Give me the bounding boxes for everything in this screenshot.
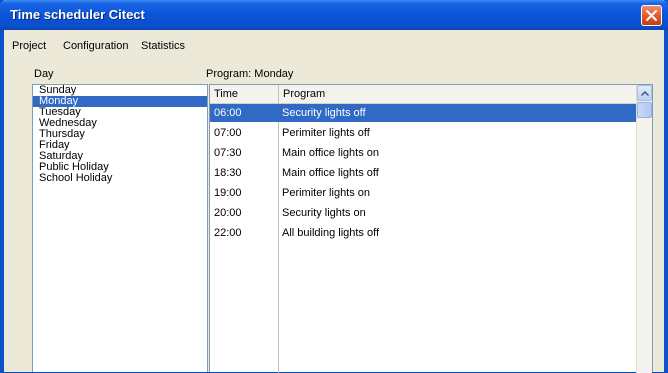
menu-statistics[interactable]: Statistics bbox=[141, 40, 185, 52]
row-program: Main office lights off bbox=[282, 167, 379, 179]
row-program: Security lights on bbox=[282, 207, 366, 219]
vertical-scrollbar[interactable] bbox=[636, 85, 652, 373]
row-time: 22:00 bbox=[214, 227, 242, 239]
day-list[interactable]: Sunday Monday Tuesday Wednesday Thursday… bbox=[32, 84, 208, 372]
row-program: Perimiter lights off bbox=[282, 127, 370, 139]
chevron-up-icon bbox=[641, 91, 649, 96]
row-time: 07:30 bbox=[214, 147, 242, 159]
app-window: Time scheduler Citect Project Configurat… bbox=[0, 0, 668, 373]
title-bar[interactable]: Time scheduler Citect bbox=[0, 0, 668, 30]
menu-bar: Project Configuration Statistics bbox=[4, 30, 664, 56]
column-header-program[interactable]: Program bbox=[279, 85, 636, 103]
row-program: Main office lights on bbox=[282, 147, 380, 159]
row-time: 20:00 bbox=[214, 207, 242, 219]
day-label: Day bbox=[34, 68, 54, 80]
row-time: 07:00 bbox=[214, 127, 242, 139]
table-row[interactable]: 20:00 Security lights on bbox=[210, 204, 636, 222]
table-row[interactable]: 19:00 Perimiter lights on bbox=[210, 184, 636, 202]
menu-project[interactable]: Project bbox=[12, 40, 46, 52]
day-item-school-holiday[interactable]: School Holiday bbox=[33, 173, 207, 184]
row-program: Security lights off bbox=[282, 107, 366, 119]
row-time: 06:00 bbox=[214, 107, 242, 119]
table-header: Time Program bbox=[210, 85, 636, 104]
table-row[interactable]: 18:30 Main office lights off bbox=[210, 164, 636, 182]
menu-configuration[interactable]: Configuration bbox=[63, 40, 128, 52]
table-row[interactable]: 07:00 Perimiter lights off bbox=[210, 124, 636, 142]
close-icon bbox=[646, 10, 657, 21]
scroll-thumb[interactable] bbox=[637, 102, 652, 118]
scroll-up-button[interactable] bbox=[637, 85, 652, 101]
table-row[interactable]: 06:00 Security lights off bbox=[210, 104, 636, 122]
program-label: Program: Monday bbox=[206, 68, 294, 80]
table-row[interactable]: 07:30 Main office lights on bbox=[210, 144, 636, 162]
row-time: 18:30 bbox=[214, 167, 242, 179]
window-title: Time scheduler Citect bbox=[10, 7, 145, 22]
close-button[interactable] bbox=[641, 5, 662, 26]
row-program: All building lights off bbox=[282, 227, 380, 239]
program-table[interactable]: Time Program 06:00 Security lights off 0… bbox=[209, 84, 653, 373]
column-header-time[interactable]: Time bbox=[210, 85, 279, 103]
table-row[interactable]: 22:00 All building lights off bbox=[210, 224, 636, 242]
row-time: 19:00 bbox=[214, 187, 242, 199]
row-program: Perimiter lights on bbox=[282, 187, 371, 199]
